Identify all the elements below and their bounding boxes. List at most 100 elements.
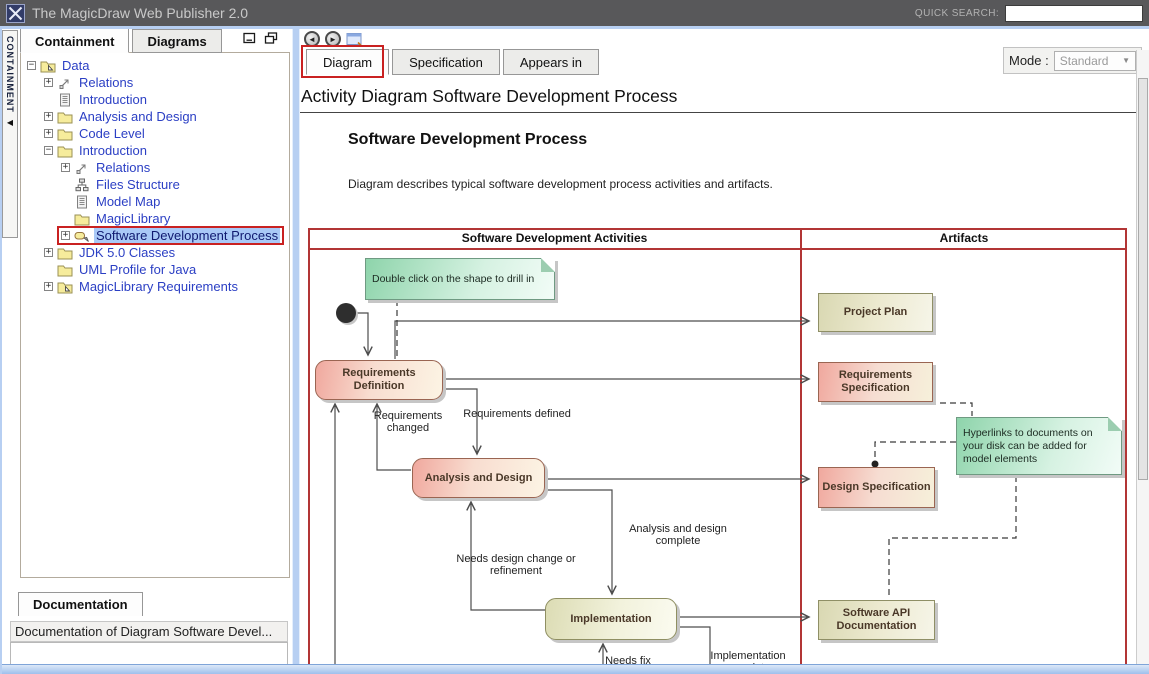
titlebar-divider: [0, 26, 1149, 29]
tree-item-magiclibrary[interactable]: MagicLibrary: [21, 210, 289, 227]
expand-node-icon[interactable]: +: [44, 112, 53, 121]
tree-item-label[interactable]: Software Development Process: [94, 228, 280, 243]
containment-rail-label: CONTAINMENT: [5, 36, 15, 113]
folder-icon: [57, 263, 73, 277]
magicdraw-web-publisher-window: The MagicDraw Web Publisher 2.0 QUICK SE…: [0, 0, 1149, 674]
panel-window-controls: [243, 31, 277, 43]
relations-icon: [57, 76, 73, 90]
folder-icon: [57, 144, 73, 158]
quick-search-label: QUICK SEARCH:: [915, 8, 999, 19]
tree-item-files-structure[interactable]: Files Structure: [21, 176, 289, 193]
initial-node: [336, 303, 356, 323]
tree-item-introduction[interactable]: − Introduction: [21, 142, 289, 159]
expand-node-icon[interactable]: +: [61, 231, 70, 240]
tree-item-model-map[interactable]: Model Map: [21, 193, 289, 210]
tree-item-code-level[interactable]: + Code Level: [21, 125, 289, 142]
folder-icon: [57, 246, 73, 260]
tree-item-label[interactable]: UML Profile for Java: [77, 262, 198, 277]
package-folder-icon: [57, 280, 73, 294]
minimize-panel-icon[interactable]: [243, 31, 256, 43]
package-folder-icon: [40, 59, 56, 73]
documentation-header: Documentation of Diagram Software Devel.…: [10, 621, 288, 642]
note-hyperlinks: Hyperlinks to documents on your disk can…: [956, 417, 1122, 475]
vertical-scrollbar[interactable]: [1136, 50, 1149, 664]
mode-select[interactable]: Standard ▼: [1054, 51, 1136, 71]
title-rule: [300, 112, 1137, 113]
quick-search-input[interactable]: [1005, 5, 1143, 22]
open-specification-icon[interactable]: [346, 32, 363, 47]
titlebar: The MagicDraw Web Publisher 2.0 QUICK SE…: [0, 0, 1149, 26]
tree-item-relations[interactable]: + Relations: [21, 74, 289, 91]
left-panel-tabs: Containment Diagrams: [20, 29, 225, 53]
activity-diagram-canvas: Software Development Activities Artifact…: [308, 228, 1127, 674]
tree-item-analysis-and-design[interactable]: + Analysis and Design: [21, 108, 289, 125]
tree-item-magiclibrary-requirements[interactable]: + MagicLibrary Requirements: [21, 278, 289, 295]
tree-item-label[interactable]: MagicLibrary: [94, 211, 172, 226]
panel-splitter[interactable]: [292, 29, 300, 674]
restore-panel-icon[interactable]: [264, 31, 277, 43]
artifact-project-plan[interactable]: Project Plan: [818, 293, 933, 332]
tree-item-label[interactable]: Introduction: [77, 143, 149, 158]
mode-label: Mode :: [1009, 53, 1049, 68]
tree-item-label[interactable]: MagicLibrary Requirements: [77, 279, 240, 294]
mode-value: Standard: [1060, 54, 1109, 68]
expand-node-icon[interactable]: +: [61, 163, 70, 172]
lane-header-artifacts: Artifacts: [801, 231, 1127, 245]
tree-item-label[interactable]: Model Map: [94, 194, 162, 209]
tab-diagrams[interactable]: Diagrams: [132, 29, 221, 53]
expand-node-icon[interactable]: +: [44, 248, 53, 257]
diagram-doc-title: Software Development Process: [348, 131, 587, 149]
content-tabs: Diagram Specification Appears in: [306, 49, 602, 75]
magicdraw-logo-icon: [6, 4, 25, 23]
tab-appears-in[interactable]: Appears in: [503, 49, 599, 75]
diagram-icon: [74, 178, 90, 192]
tree-item-introduction[interactable]: Introduction: [21, 91, 289, 108]
window-bottom-edge: [0, 664, 1149, 674]
tree-item-label[interactable]: Data: [60, 58, 91, 73]
main-region: CONTAINMENT ◀ Containment Diagrams − Data…: [0, 29, 1149, 674]
scrollbar-thumb[interactable]: [1138, 78, 1148, 480]
tree-item-label[interactable]: JDK 5.0 Classes: [77, 245, 177, 260]
mode-box: Mode : Standard ▼: [1003, 47, 1142, 74]
tree-item-label[interactable]: Introduction: [77, 92, 149, 107]
collapse-panel-icon[interactable]: ◀: [7, 118, 13, 127]
expand-node-icon[interactable]: +: [44, 282, 53, 291]
artifact-design-specification[interactable]: Design Specification: [818, 467, 935, 508]
tree-item-relations[interactable]: + Relations: [21, 159, 289, 176]
tree-item-label[interactable]: Analysis and Design: [77, 109, 199, 124]
folder-icon: [57, 110, 73, 124]
tree-item-jdk-5-0-classes[interactable]: + JDK 5.0 Classes: [21, 244, 289, 261]
containment-rail-tab[interactable]: CONTAINMENT ◀: [2, 30, 18, 238]
forward-icon: ►: [329, 35, 337, 44]
tree-item-label[interactable]: Files Structure: [94, 177, 182, 192]
forward-button[interactable]: ►: [325, 31, 341, 47]
activity-requirements-definition[interactable]: Requirements Definition: [315, 360, 443, 400]
tab-specification[interactable]: Specification: [392, 49, 500, 75]
tree-item-label[interactable]: Relations: [77, 75, 135, 90]
window-left-edge: [0, 29, 2, 674]
relations-icon: [74, 161, 90, 175]
document-icon: [57, 93, 73, 107]
tab-containment[interactable]: Containment: [20, 28, 129, 53]
tree-item-data[interactable]: − Data: [21, 57, 289, 74]
collapse-node-icon[interactable]: −: [44, 146, 53, 155]
lane-header-activities: Software Development Activities: [308, 231, 801, 245]
expand-node-icon[interactable]: +: [44, 78, 53, 87]
tree-item-uml-profile-for-java[interactable]: UML Profile for Java: [21, 261, 289, 278]
back-button[interactable]: ◄: [304, 31, 320, 47]
page-title: Activity Diagram Software Development Pr…: [301, 86, 677, 107]
tab-diagram[interactable]: Diagram: [306, 49, 389, 75]
activity-implementation[interactable]: Implementation: [545, 598, 677, 640]
tree-item-software-development-process[interactable]: + Software Development Process: [21, 227, 289, 244]
dropdown-arrow-icon: ▼: [1122, 56, 1130, 65]
containment-tree: − Data + Relations Introduction + Analysis and…: [20, 52, 290, 578]
expand-node-icon[interactable]: +: [44, 129, 53, 138]
artifact-software-api-documentation[interactable]: Software API Documentation: [818, 600, 935, 640]
activity-analysis-and-design[interactable]: Analysis and Design: [412, 458, 545, 498]
folder-icon: [74, 212, 90, 226]
collapse-node-icon[interactable]: −: [27, 61, 36, 70]
tree-item-label[interactable]: Relations: [94, 160, 152, 175]
tab-documentation[interactable]: Documentation: [18, 592, 143, 616]
artifact-requirements-specification[interactable]: Requirements Specification: [818, 362, 933, 402]
tree-item-label[interactable]: Code Level: [77, 126, 147, 141]
